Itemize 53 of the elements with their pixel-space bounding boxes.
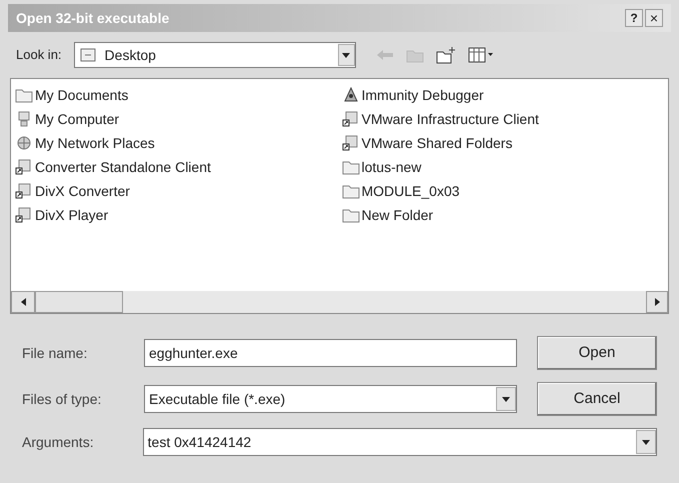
field-value: Executable file (*.exe) bbox=[149, 390, 286, 409]
file-item[interactable]: DivX Converter bbox=[35, 180, 130, 202]
folder-icon bbox=[342, 159, 360, 175]
folder-icon bbox=[342, 207, 360, 223]
view-menu-icon[interactable] bbox=[468, 47, 494, 63]
folder-icon bbox=[342, 183, 360, 199]
scroll-right-button[interactable] bbox=[646, 291, 668, 313]
file-name-field[interactable]: egghunter.exe bbox=[144, 339, 517, 367]
app-icon bbox=[342, 87, 360, 103]
dialog-button[interactable]: Cancel bbox=[537, 382, 657, 416]
file-item[interactable]: New Folder bbox=[362, 204, 434, 226]
shortcut-icon bbox=[342, 111, 360, 127]
file-item[interactable]: lotus-new bbox=[362, 156, 422, 178]
file-item[interactable]: DivX Player bbox=[35, 204, 108, 226]
shortcut-icon bbox=[342, 135, 360, 151]
file-item[interactable]: MODULE_0x03 bbox=[362, 180, 460, 202]
field-label: File name: bbox=[22, 344, 88, 362]
field-value: test 0x41424142 bbox=[148, 432, 252, 452]
dialog-button[interactable]: Open bbox=[537, 336, 657, 370]
dropdown-arrow-button[interactable] bbox=[338, 44, 355, 66]
file-item[interactable]: VMware Infrastructure Client bbox=[362, 108, 539, 130]
field-label: Files of type: bbox=[22, 390, 102, 409]
arguments-field[interactable]: test 0x41424142 bbox=[142, 428, 657, 456]
new-folder-icon[interactable] bbox=[436, 46, 456, 64]
shortcut-icon bbox=[15, 159, 33, 175]
scroll-left-button[interactable] bbox=[11, 291, 35, 313]
look-in-label: Look in: bbox=[16, 46, 62, 64]
shortcut-icon bbox=[15, 207, 33, 223]
horizontal-scrollbar[interactable] bbox=[11, 291, 668, 313]
folder-icon bbox=[15, 87, 33, 103]
caret-icon bbox=[342, 52, 350, 58]
window-title: Open 32-bit executable bbox=[16, 8, 170, 28]
caret-icon bbox=[642, 440, 650, 444]
file-item[interactable]: Converter Standalone Client bbox=[35, 156, 211, 178]
file-item[interactable]: VMware Shared Folders bbox=[362, 132, 512, 154]
file-item[interactable]: My Documents bbox=[35, 84, 128, 106]
dropdown-arrow-button[interactable] bbox=[636, 430, 656, 454]
shortcut-icon bbox=[15, 183, 33, 199]
right-arrow-icon bbox=[654, 298, 660, 306]
dropdown-arrow-button[interactable] bbox=[496, 387, 516, 411]
help-button[interactable]: ? bbox=[625, 9, 643, 27]
look-in-dropdown[interactable]: Desktop bbox=[74, 42, 356, 68]
scroll-thumb[interactable] bbox=[35, 291, 123, 313]
caret-icon bbox=[502, 396, 510, 402]
file-item[interactable]: Immunity Debugger bbox=[362, 84, 484, 106]
look-in-value: Desktop bbox=[104, 46, 157, 65]
close-button[interactable]: × bbox=[645, 9, 663, 27]
file-item[interactable]: My Computer bbox=[35, 108, 120, 130]
field-label: Arguments: bbox=[22, 432, 95, 452]
file-type-dropdown[interactable]: Executable file (*.exe) bbox=[144, 385, 517, 413]
file-item[interactable]: My Network Places bbox=[35, 132, 155, 154]
left-arrow-icon bbox=[20, 298, 26, 306]
globe-icon bbox=[15, 135, 33, 151]
